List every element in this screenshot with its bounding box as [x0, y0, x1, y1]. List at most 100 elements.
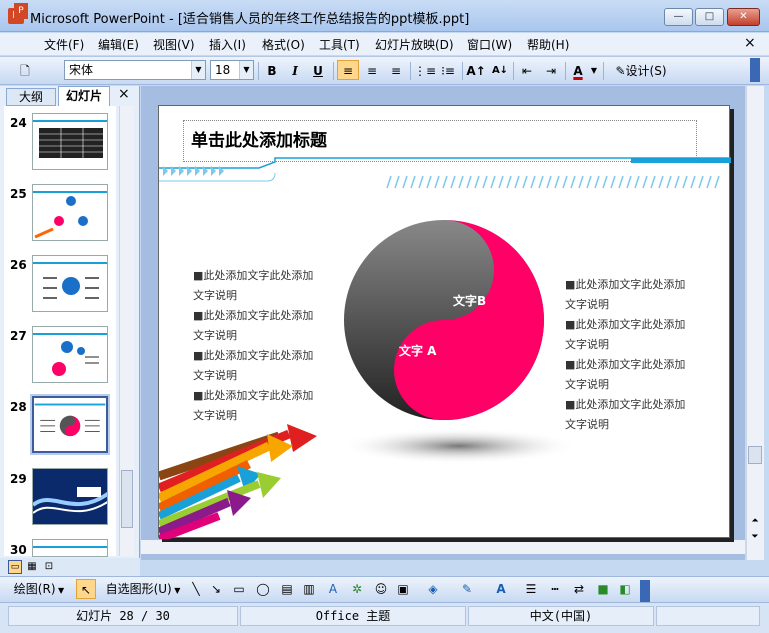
menu-help[interactable]: 帮助(H): [527, 36, 569, 53]
vertical-textbox-icon[interactable]: ▥: [300, 579, 318, 599]
slide-title-placeholder[interactable]: 单击此处添加标题: [183, 120, 697, 162]
menu-format[interactable]: 格式(O): [262, 36, 305, 53]
slide-horizontal-scrollbar[interactable]: [141, 540, 745, 554]
font-name-select[interactable]: 宋体 ▼: [64, 60, 206, 80]
label-text-a: 文字 A: [399, 344, 437, 358]
close-pane-button[interactable]: ×: [118, 86, 130, 102]
wordart-icon[interactable]: A: [324, 579, 342, 599]
font-color-button[interactable]: A: [569, 61, 587, 81]
toolbar-options-icon[interactable]: [640, 580, 650, 602]
menu-view[interactable]: 视图(V): [153, 36, 195, 53]
normal-view-icon[interactable]: ▭: [8, 560, 22, 574]
textbox-tool-icon[interactable]: ▤: [278, 579, 296, 599]
diagram-icon[interactable]: ✲: [348, 579, 366, 599]
right-bullet-list[interactable]: ■此处添加文字此处添加 文字说明 ■此处添加文字此处添加 文字说明 ■此处添加文…: [565, 275, 695, 435]
line-style-icon[interactable]: ☰: [522, 579, 540, 599]
autoshape-menu-label: 自选图形(U): [105, 582, 172, 596]
slideshow-view-icon[interactable]: ⊡: [42, 560, 56, 574]
fill-color-icon[interactable]: ◈: [422, 579, 444, 599]
slide-vertical-scrollbar[interactable]: [746, 86, 764, 560]
chevron-down-icon[interactable]: ▼: [589, 61, 599, 81]
menu-window[interactable]: 窗口(W): [467, 36, 512, 53]
3d-style-icon[interactable]: ◧: [616, 579, 634, 599]
menu-slideshow[interactable]: 幻灯片放映(D): [375, 36, 454, 53]
select-pointer-icon[interactable]: ↖: [76, 579, 96, 599]
chevron-down-icon[interactable]: ▼: [239, 61, 253, 79]
menu-file[interactable]: 文件(F): [44, 36, 84, 53]
bullet-item: 文字说明: [565, 298, 609, 311]
slide-thumbnail-27[interactable]: [32, 326, 108, 383]
tab-outline[interactable]: 大纲: [6, 88, 56, 106]
new-document-icon[interactable]: 🗋: [14, 61, 36, 81]
scrollbar-thumb[interactable]: [748, 446, 762, 464]
arrow-tool-icon[interactable]: ↘: [208, 579, 224, 599]
align-center-icon[interactable]: ≡: [361, 61, 383, 81]
scrollbar-thumb[interactable]: [121, 470, 133, 528]
clipart-icon[interactable]: ☺: [372, 579, 390, 599]
align-right-icon[interactable]: ≡: [385, 61, 407, 81]
decrease-font-icon[interactable]: A↓: [489, 61, 511, 81]
slide-position-status: 幻灯片 28 / 30: [8, 606, 238, 626]
draw-menu-label: 绘图(R): [13, 582, 56, 596]
bullet-item: 文字说明: [565, 338, 609, 351]
slide-thumbnail-29[interactable]: [32, 468, 108, 525]
dash-style-icon[interactable]: ┅: [546, 579, 564, 599]
underline-button[interactable]: U: [308, 61, 328, 81]
italic-button[interactable]: I: [285, 61, 305, 81]
slide-thumbnail-24[interactable]: [32, 113, 108, 170]
line-tool-icon[interactable]: ╲: [188, 579, 204, 599]
bullet-item: ■此处添加文字此处添加: [193, 349, 314, 362]
font-size-select[interactable]: 18 ▼: [210, 60, 254, 80]
decrease-indent-icon[interactable]: ⇤: [516, 61, 538, 81]
menu-edit[interactable]: 编辑(E): [98, 36, 139, 53]
increase-font-icon[interactable]: A↑: [465, 61, 487, 81]
previous-slide-icon[interactable]: ⏶: [748, 516, 762, 530]
design-icon: ✎: [615, 64, 626, 78]
line-color-icon[interactable]: ✎: [456, 579, 478, 599]
toolbar-separator: [513, 62, 514, 80]
menu-insert[interactable]: 插入(I): [209, 36, 246, 53]
chevron-down-icon[interactable]: ▼: [191, 61, 205, 79]
slide-sorter-view-icon[interactable]: ▦: [25, 560, 39, 574]
left-bullet-list[interactable]: ■此处添加文字此处添加 文字说明 ■此处添加文字此处添加 文字说明 ■此处添加文…: [193, 266, 323, 426]
menu-tools[interactable]: 工具(T): [319, 36, 360, 53]
draw-menu[interactable]: 绘图(R) ▼: [8, 579, 70, 599]
chevron-down-icon: ▼: [55, 586, 65, 595]
close-document-button[interactable]: ×: [744, 35, 756, 51]
design-button[interactable]: ✎设计(S): [610, 61, 672, 81]
next-slide-icon[interactable]: ⏷: [748, 532, 762, 546]
text-color-icon[interactable]: A: [490, 579, 512, 599]
bold-button[interactable]: B: [262, 61, 282, 81]
tab-slides[interactable]: 幻灯片: [58, 86, 110, 106]
toolbar-separator: [258, 62, 259, 80]
slide-thumbnail-28[interactable]: [30, 394, 110, 455]
current-slide[interactable]: 单击此处添加标题 文字 A 文字B ■此处添加文字此处添加 文字说明 ■此处添加…: [158, 105, 731, 539]
slide-number: 27: [10, 329, 27, 343]
increase-indent-icon[interactable]: ⇥: [540, 61, 562, 81]
bullet-item: ■此处添加文字此处添加: [565, 358, 686, 371]
slide-number: 25: [10, 187, 27, 201]
toolbar-separator: [565, 62, 566, 80]
oval-tool-icon[interactable]: ◯: [254, 579, 272, 599]
slide-thumbnail-25[interactable]: [32, 184, 108, 241]
toolbar-separator: [603, 62, 604, 80]
numbered-list-icon[interactable]: ⋮≡: [414, 61, 436, 81]
align-left-icon[interactable]: ≡: [337, 60, 359, 80]
rectangle-tool-icon[interactable]: ▭: [230, 579, 248, 599]
decorative-arrows: [159, 424, 317, 539]
minimize-button[interactable]: —: [664, 8, 693, 26]
toolbar-options-icon[interactable]: [750, 58, 760, 82]
slide-number: 24: [10, 116, 27, 130]
arrow-style-icon[interactable]: ⇄: [570, 579, 588, 599]
close-window-button[interactable]: ✕: [727, 8, 760, 26]
document-icon[interactable]: P: [14, 3, 28, 19]
shadow-style-icon[interactable]: ■: [594, 579, 612, 599]
bullet-list-icon[interactable]: ⁝≡: [437, 61, 459, 81]
slide-thumbnail-30[interactable]: [32, 539, 108, 557]
maximize-button[interactable]: □: [695, 8, 724, 26]
slide-thumbnail-26[interactable]: [32, 255, 108, 312]
picture-icon[interactable]: ▣: [394, 579, 412, 599]
bullet-item: 文字说明: [193, 369, 237, 382]
autoshape-menu[interactable]: 自选图形(U) ▼: [102, 579, 184, 599]
yinyang-shadow: [339, 428, 579, 464]
